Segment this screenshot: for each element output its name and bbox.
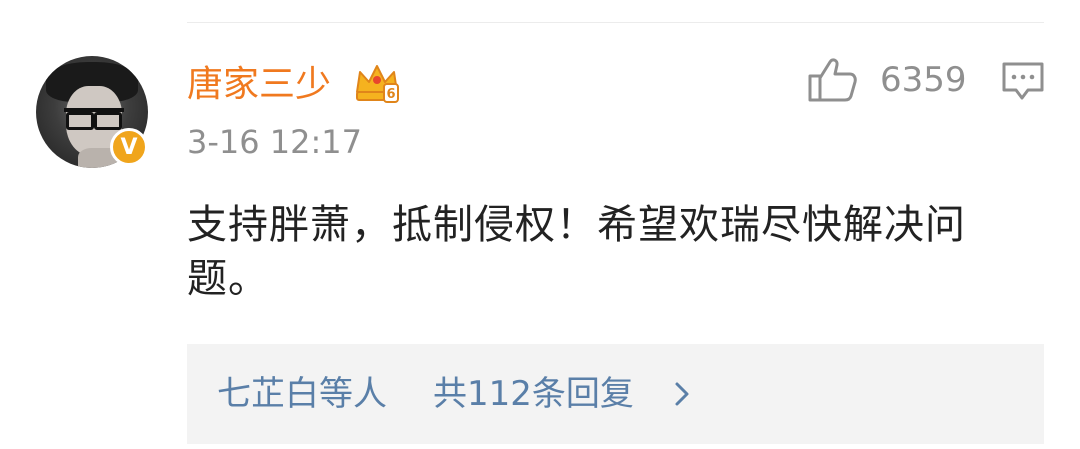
top-divider <box>187 22 1044 23</box>
username-link[interactable]: 唐家三少 <box>187 62 331 108</box>
comment-icon[interactable] <box>1000 60 1046 104</box>
reply-names: 七芷白等人 <box>217 374 387 414</box>
avatar-glasses <box>64 108 124 130</box>
thumbs-up-icon[interactable] <box>806 56 858 104</box>
comment-timestamp: 3-16 12:17 <box>187 123 363 161</box>
reply-count-link[interactable]: 共112条回复 <box>433 372 634 416</box>
crown-vip-icon: 6 <box>356 65 399 103</box>
reply-summary-bar[interactable]: 七芷白等人 共112条回复 <box>187 344 1044 444</box>
svg-text:6: 6 <box>386 87 395 102</box>
comment-text: 支持胖萧，抵制侵权！希望欢瑞尽快解决问题。 <box>187 202 966 302</box>
verified-badge-icon: V <box>110 128 148 166</box>
chevron-right-icon <box>675 382 689 406</box>
like-count: 6359 <box>880 60 967 100</box>
